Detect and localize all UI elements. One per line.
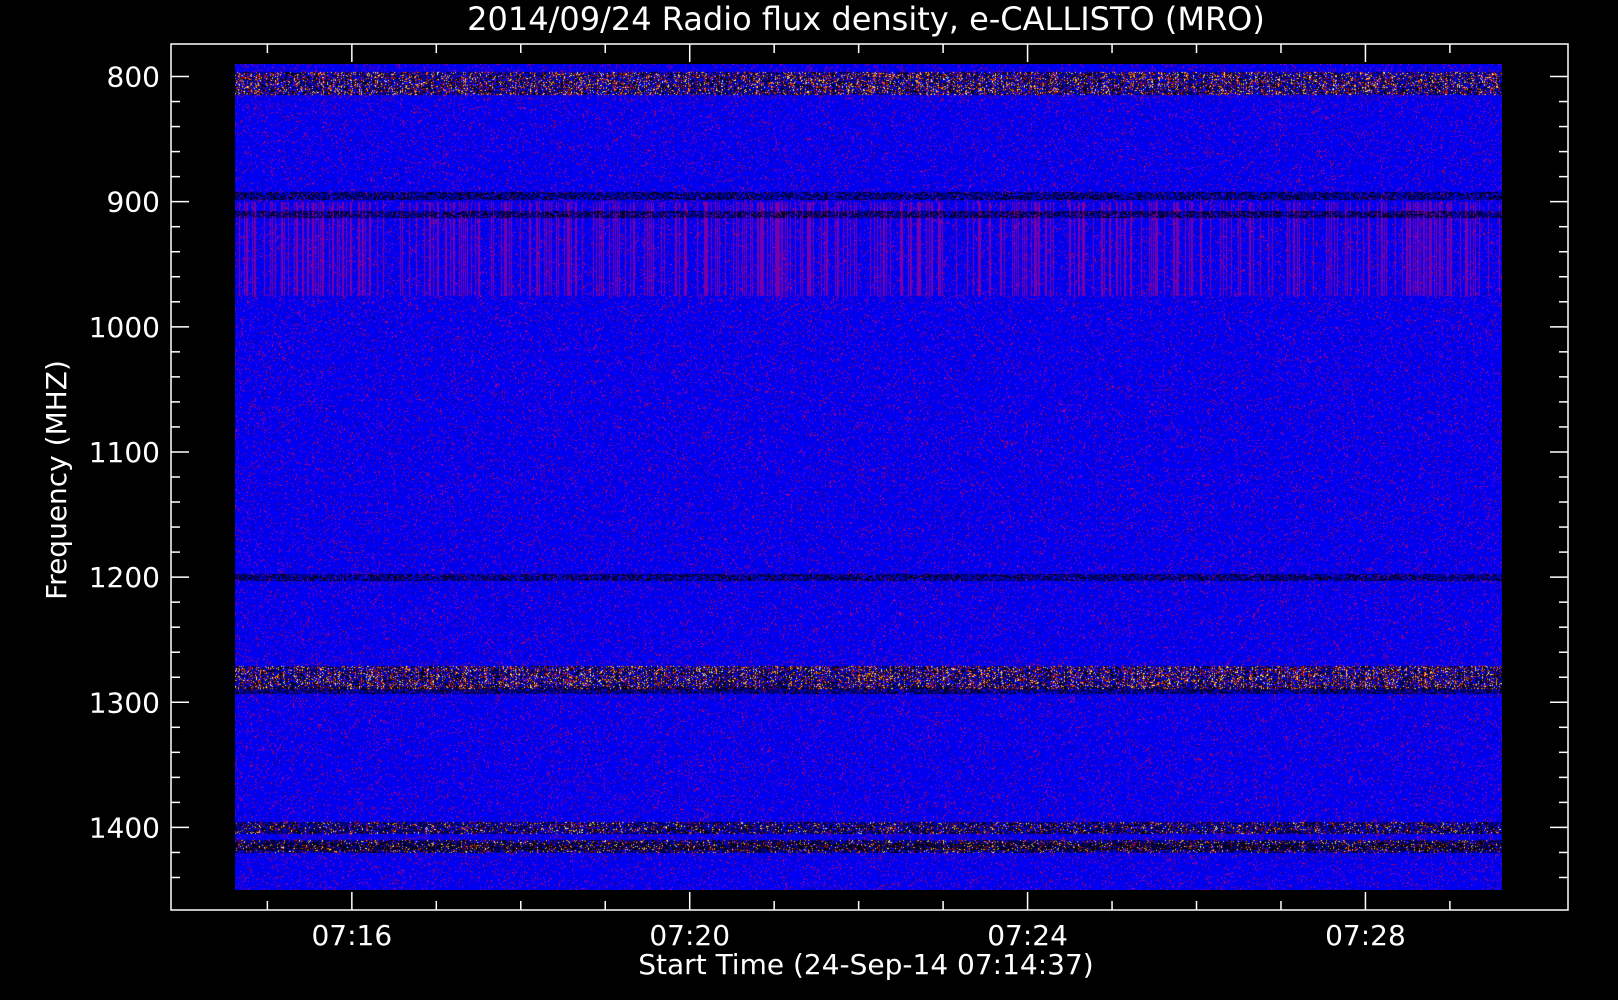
- chart-title: 2014/09/24 Radio flux density, e-CALLIST…: [467, 0, 1265, 38]
- y-tick-label: 800: [107, 61, 160, 94]
- spectrogram-figure: 2014/09/24 Radio flux density, e-CALLIST…: [0, 0, 1618, 1000]
- y-axis-label: Frequency (MHZ): [40, 360, 73, 600]
- heatmap-area: [235, 64, 1502, 890]
- y-tick-label: 1200: [89, 561, 160, 594]
- x-axis-label: Start Time (24-Sep-14 07:14:37): [638, 948, 1093, 981]
- y-tick-label: 1300: [89, 686, 160, 719]
- x-tick-label: 07:16: [311, 919, 392, 952]
- y-tick-label: 1100: [89, 436, 160, 469]
- x-tick-label: 07:28: [1325, 919, 1406, 952]
- y-tick-label: 900: [107, 186, 160, 219]
- y-tick-label: 1000: [89, 311, 160, 344]
- y-tick-label: 1400: [89, 811, 160, 844]
